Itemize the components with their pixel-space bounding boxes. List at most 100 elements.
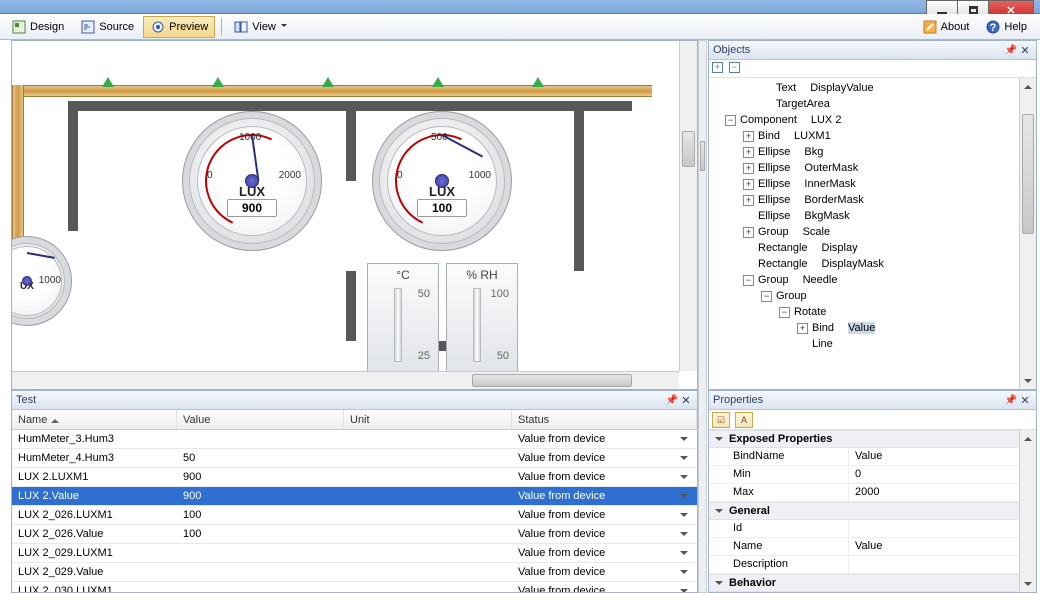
prop-category-exposed[interactable]: Exposed Properties [709, 430, 1036, 448]
prop-row-name[interactable]: NameValue [709, 538, 1036, 556]
tree-node[interactable]: TextDisplayValue [709, 80, 1036, 96]
table-row[interactable]: LUX 2.LUXM1900Value from device [12, 468, 697, 487]
table-row[interactable]: HumMeter_4.Hum350Value from device [12, 449, 697, 468]
prop-category-general[interactable]: General [709, 502, 1036, 520]
table-row[interactable]: LUX 2_030.LUXM1Value from device [12, 582, 697, 592]
table-row[interactable]: LUX 2_026.LUXM1100Value from device [12, 506, 697, 525]
preview-horizontal-scrollbar[interactable] [12, 371, 679, 389]
prop-row-description[interactable]: Description [709, 556, 1036, 574]
temperature-meter[interactable]: °C 5025 [367, 263, 439, 373]
lux-gauge-1[interactable]: 0 1000 2000 LUX 900 [182, 111, 322, 251]
tree-node[interactable]: +EllipseBorderMask [709, 192, 1036, 208]
dropdown-arrow-icon[interactable] [677, 509, 691, 521]
table-row[interactable]: LUX 2.Value900Value from device [12, 487, 697, 506]
cell-status[interactable]: Value from device [512, 526, 697, 542]
properties-panel-header[interactable]: Properties 📌 ✕ [709, 391, 1036, 410]
tree-expander-icon[interactable]: − [725, 115, 736, 126]
table-row[interactable]: HumMeter_3.Hum3Value from device [12, 430, 697, 449]
tree-node[interactable]: −Rotate [709, 304, 1036, 320]
close-icon[interactable]: ✕ [1018, 44, 1032, 57]
tree-expander-icon[interactable]: − [761, 291, 772, 302]
tree-expander-icon[interactable]: + [743, 195, 754, 206]
objects-panel-header[interactable]: Objects 📌 ✕ [709, 41, 1036, 60]
col-header-unit[interactable]: Unit [344, 410, 512, 429]
prop-row-max[interactable]: Max2000 [709, 484, 1036, 502]
dropdown-arrow-icon[interactable] [677, 547, 691, 559]
cell-status[interactable]: Value from device [512, 583, 697, 592]
dropdown-arrow-icon[interactable] [677, 471, 691, 483]
tree-node[interactable]: −Group [709, 288, 1036, 304]
col-header-name[interactable]: Name [12, 410, 177, 429]
props-categorized-button[interactable]: ☑ [712, 412, 730, 428]
cell-status[interactable]: Value from device [512, 488, 697, 504]
dropdown-arrow-icon[interactable] [677, 433, 691, 445]
preview-canvas[interactable]: 0 1000 2000 LUX 900 0 500 1000 LUX 100 1… [12, 41, 697, 389]
cell-status[interactable]: Value from device [512, 469, 697, 485]
pin-icon[interactable]: 📌 [1004, 45, 1018, 56]
preview-vertical-scrollbar[interactable] [679, 41, 697, 371]
tree-node[interactable]: +GroupScale [709, 224, 1036, 240]
tree-expander-icon[interactable]: + [743, 163, 754, 174]
splitter-scrollbar[interactable] [698, 40, 707, 593]
pin-icon[interactable]: 📌 [1004, 395, 1018, 406]
dropdown-arrow-icon[interactable] [677, 452, 691, 464]
dropdown-arrow-icon[interactable] [677, 566, 691, 578]
prop-row-min[interactable]: Min0 [709, 466, 1036, 484]
cell-name: LUX 2_029.LUXM1 [12, 545, 177, 561]
tree-expander-icon[interactable]: + [743, 179, 754, 190]
tree-node[interactable]: RectangleDisplayMask [709, 256, 1036, 272]
prop-row-id[interactable]: Id [709, 520, 1036, 538]
cell-status[interactable]: Value from device [512, 564, 697, 580]
cell-status[interactable]: Value from device [512, 545, 697, 561]
tree-expander-icon[interactable]: − [743, 275, 754, 286]
tree-expander-icon[interactable]: − [779, 307, 790, 318]
tree-expander-icon[interactable]: + [743, 147, 754, 158]
tree-expander-icon[interactable]: + [743, 227, 754, 238]
tree-scrollbar[interactable] [1019, 78, 1036, 389]
tree-node[interactable]: −GroupNeedle [709, 272, 1036, 288]
props-scrollbar[interactable] [1019, 430, 1036, 592]
tree-expander-icon[interactable]: + [797, 323, 808, 334]
tree-node[interactable]: +BindValue [709, 320, 1036, 336]
humidity-meter[interactable]: % RH 10050 [446, 263, 518, 373]
pin-icon[interactable]: 📌 [665, 395, 679, 406]
table-row[interactable]: LUX 2_029.Value Value from device [12, 563, 697, 582]
about-button[interactable]: About [915, 16, 977, 38]
cell-status[interactable]: Value from device [512, 431, 697, 447]
dropdown-arrow-icon[interactable] [677, 528, 691, 540]
tree-node[interactable]: +EllipseBkg [709, 144, 1036, 160]
prop-category-behavior[interactable]: Behavior [709, 574, 1036, 592]
dropdown-arrow-icon[interactable] [677, 490, 691, 502]
preview-button[interactable]: Preview [143, 16, 215, 38]
tree-node[interactable]: Line [709, 336, 1036, 352]
design-button[interactable]: Design [4, 16, 71, 38]
expand-all-button[interactable]: + [712, 62, 723, 73]
close-icon[interactable]: ✕ [1018, 394, 1032, 407]
dropdown-arrow-icon[interactable] [677, 585, 691, 592]
tree-node[interactable]: +EllipseInnerMask [709, 176, 1036, 192]
tree-node[interactable]: −ComponentLUX 2 [709, 112, 1036, 128]
props-alphabetical-button[interactable]: A [735, 412, 753, 428]
test-panel-header[interactable]: Test 📌 ✕ [12, 391, 697, 410]
table-row[interactable]: LUX 2_026.Value100Value from device [12, 525, 697, 544]
col-header-status[interactable]: Status [512, 410, 697, 429]
tree-expander-icon[interactable]: + [743, 131, 754, 142]
tree-node[interactable]: EllipseBkgMask [709, 208, 1036, 224]
lux-gauge-2[interactable]: 0 500 1000 LUX 100 [372, 111, 512, 251]
source-button[interactable]: Source [73, 16, 141, 38]
cell-status[interactable]: Value from device [512, 507, 697, 523]
close-icon[interactable]: ✕ [679, 394, 693, 407]
objects-tree[interactable]: TextDisplayValueTargetArea−ComponentLUX … [709, 78, 1036, 389]
tree-node[interactable]: +EllipseOuterMask [709, 160, 1036, 176]
table-row[interactable]: LUX 2_029.LUXM1 Value from device [12, 544, 697, 563]
col-header-value[interactable]: Value [177, 410, 344, 429]
cell-status[interactable]: Value from device [512, 450, 697, 466]
prop-row-bindname[interactable]: BindNameValue [709, 448, 1036, 466]
tree-node[interactable]: TargetArea [709, 96, 1036, 112]
collapse-all-button[interactable]: − [729, 62, 740, 73]
tree-node[interactable]: +BindLUXM1 [709, 128, 1036, 144]
tree-node[interactable]: RectangleDisplay [709, 240, 1036, 256]
cell-name: LUX 2_029.Value [12, 564, 177, 580]
help-button[interactable]: ? Help [978, 16, 1034, 38]
view-button[interactable]: View [226, 16, 294, 38]
